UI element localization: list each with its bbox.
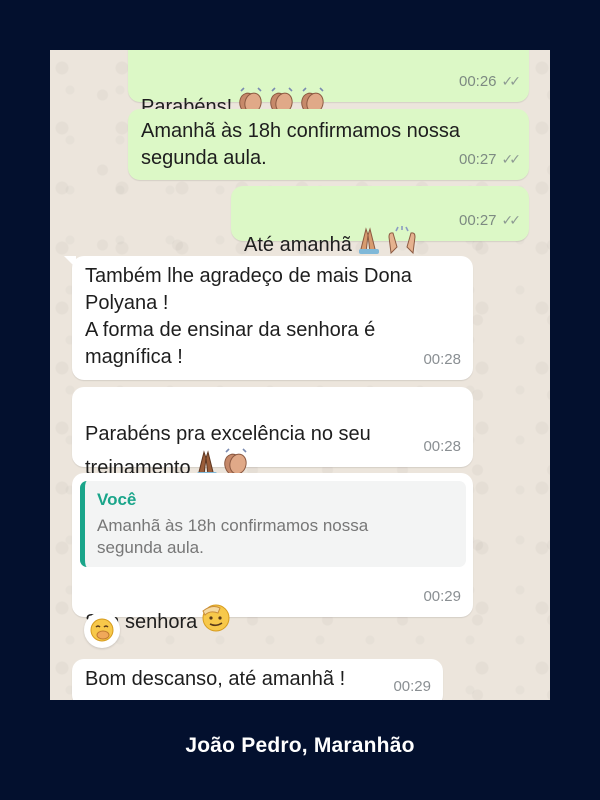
message-meta: 00:26 ✓✓ bbox=[458, 68, 522, 95]
message-bubble-incoming[interactable]: Parabéns pra excelência no seu treinamen… bbox=[72, 387, 473, 479]
message-bubble-outgoing[interactable]: Até amanhã 00:27 ✓✓ bbox=[231, 186, 529, 256]
message-time: 00:27 bbox=[458, 151, 497, 168]
testimonial-author: João Pedro, Maranhão bbox=[185, 734, 415, 757]
quote-author: Você bbox=[97, 490, 137, 509]
message-bubble-outgoing[interactable]: Parabéns! 00:26 ✓✓ bbox=[128, 50, 529, 118]
saluting-face-emoji bbox=[200, 602, 232, 640]
message-time: 00:27 bbox=[458, 212, 497, 229]
message-text: Até amanhã bbox=[244, 234, 352, 256]
message-time: 00:29 bbox=[393, 678, 431, 695]
reply-quote[interactable]: Você Amanhã às 18h confirmamos nossa seg… bbox=[80, 481, 466, 567]
message-meta: 00:27 ✓✓ bbox=[458, 146, 522, 173]
message-bubble-reply[interactable]: Você Amanhã às 18h confirmamos nossa seg… bbox=[72, 473, 473, 633]
message-text: Amanhã às 18h confirmamos nossa segunda … bbox=[141, 120, 461, 169]
message-time: 00:28 bbox=[423, 351, 461, 368]
double-check-icon: ✓✓ bbox=[501, 212, 522, 228]
reaction-badge[interactable] bbox=[84, 612, 120, 648]
message-time: 00:28 bbox=[423, 438, 461, 455]
message-meta: 00:27 ✓✓ bbox=[458, 207, 522, 234]
quote-text: Amanhã às 18h confirmamos nossa segunda … bbox=[97, 516, 369, 557]
message-time: 00:29 bbox=[423, 588, 461, 605]
message-bubble-outgoing[interactable]: Amanhã às 18h confirmamos nossa segunda … bbox=[128, 109, 529, 180]
double-check-icon: ✓✓ bbox=[501, 73, 522, 89]
chat-screenshot: Parabéns! 00:26 ✓✓ Amanhã às 18h confirm… bbox=[50, 50, 550, 700]
message-time: 00:26 bbox=[458, 73, 497, 90]
double-check-icon: ✓✓ bbox=[501, 151, 522, 167]
message-text: Também lhe agradeço de mais Dona Polyana… bbox=[85, 265, 412, 368]
message-bubble-incoming[interactable]: Bom descanso, até amanhã ! 00:29 bbox=[72, 659, 443, 700]
message-text: Bom descanso, até amanhã ! bbox=[85, 668, 346, 690]
hand-over-mouth-emoji bbox=[90, 618, 114, 642]
message-bubble-incoming[interactable]: Também lhe agradeço de mais Dona Polyana… bbox=[64, 256, 473, 380]
